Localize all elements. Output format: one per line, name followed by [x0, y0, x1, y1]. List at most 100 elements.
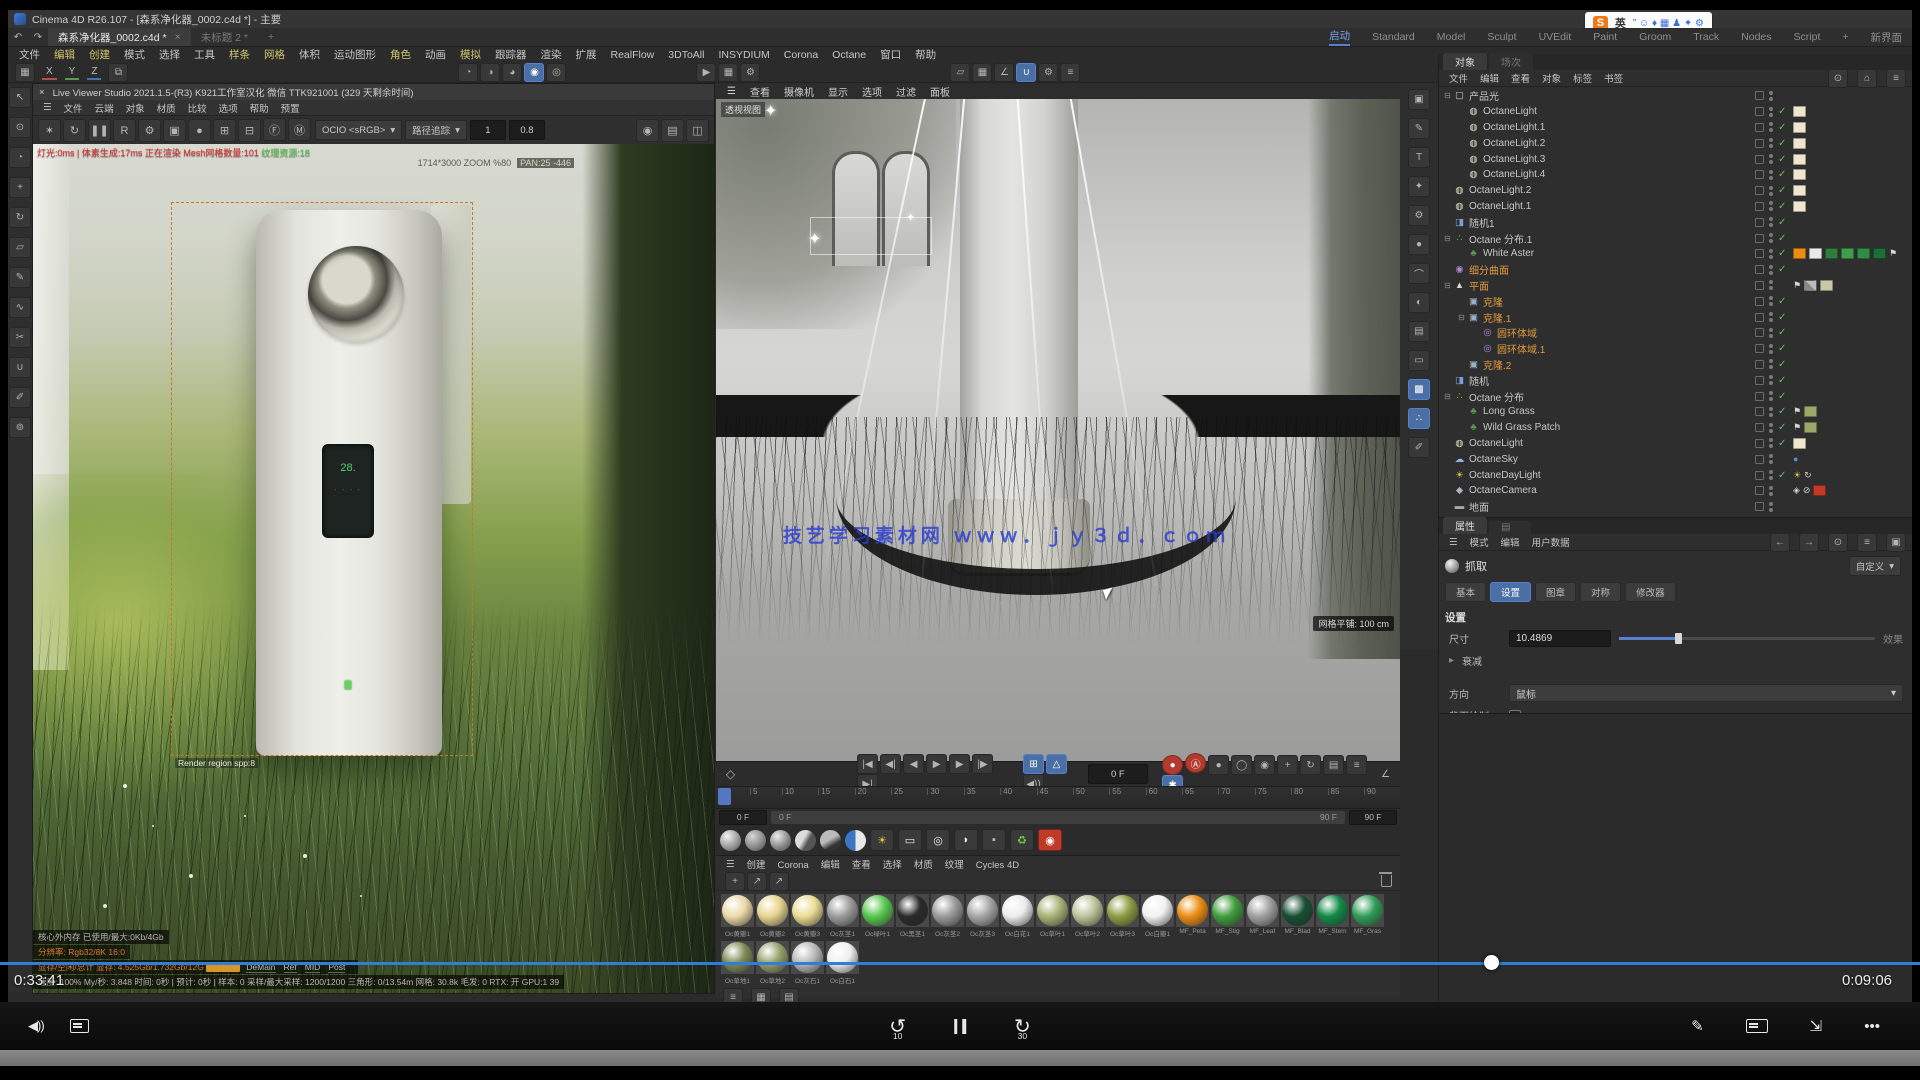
shading-ball-icon[interactable]	[745, 830, 766, 851]
sphere-icon[interactable]: ●	[1408, 234, 1430, 255]
material-tag-chip[interactable]	[1873, 248, 1886, 259]
region-remove-icon[interactable]: ⊟	[238, 119, 261, 142]
enabled-check-icon[interactable]: ✓	[1778, 391, 1790, 402]
object-row[interactable]: ⊟▣克隆.1✓	[1439, 309, 1912, 325]
add-material-icon[interactable]: +	[725, 872, 745, 891]
menu-item-2[interactable]: 查看	[1511, 74, 1530, 85]
compare-icon[interactable]: ◫	[686, 119, 709, 142]
material-swatch[interactable]: MF_Gras	[1351, 894, 1384, 938]
visibility-dots[interactable]	[1769, 486, 1773, 496]
visibility-dots[interactable]	[1769, 344, 1773, 354]
layout-tab-启动[interactable]: 启动	[1329, 28, 1350, 46]
uv-tag-chip[interactable]	[1804, 280, 1817, 291]
enabled-check-icon[interactable]: ✓	[1778, 138, 1790, 149]
material-swatch[interactable]: Oc黑茎1	[896, 894, 929, 938]
menu-item-4[interactable]: 选择	[159, 47, 180, 62]
enabled-check-icon[interactable]: ✓	[1778, 248, 1790, 259]
menu-item-21[interactable]: 窗口	[880, 47, 901, 62]
light-tag-chip[interactable]	[1793, 138, 1806, 149]
layer-toggle[interactable]	[1755, 407, 1764, 416]
object-row[interactable]: ♣Wild Grass Patch✓⚑	[1439, 420, 1912, 436]
material-swatch[interactable]: Oc白花1	[1001, 894, 1034, 938]
menu-item-0[interactable]: 文件	[1449, 74, 1468, 85]
shading-ball-icon[interactable]	[720, 830, 741, 851]
material-tag-chip[interactable]	[1804, 422, 1817, 433]
object-row[interactable]: ⊟∴Octane 分布.1✓	[1439, 230, 1912, 246]
octane-camera-tag-chip[interactable]	[1813, 485, 1826, 496]
visibility-dots[interactable]	[1769, 138, 1773, 148]
rotation-icon[interactable]: ↻	[1300, 755, 1321, 775]
visibility-dots[interactable]	[1769, 312, 1773, 322]
menu-item-3[interactable]: 对象	[1542, 74, 1561, 85]
target-tag-icon[interactable]: ↻	[1804, 471, 1812, 480]
object-row[interactable]: ⊟▢产品光	[1439, 88, 1912, 104]
forward-arrow-icon[interactable]: →	[1799, 533, 1819, 552]
enabled-check-icon[interactable]: ✓	[1778, 327, 1790, 338]
menu-item-3[interactable]: 查看	[852, 860, 871, 871]
material-swatch[interactable]: MF_Stig	[1211, 894, 1244, 938]
text-tool-icon[interactable]: T	[1408, 147, 1430, 168]
layer-toggle[interactable]	[1755, 123, 1764, 132]
visibility-dots[interactable]	[1769, 233, 1773, 243]
camera-lock-icon[interactable]: ◉	[636, 119, 659, 142]
layout-grid-icon[interactable]: ▦	[15, 63, 35, 82]
load-material-icon[interactable]: ↗	[747, 872, 767, 891]
menu-item-5[interactable]: 工具	[194, 47, 215, 62]
visibility-dots[interactable]	[1769, 296, 1773, 306]
direction-dropdown[interactable]: 鼠标▾	[1509, 684, 1903, 702]
light-tag-chip[interactable]	[1793, 201, 1806, 212]
timeline-ruler[interactable]: 51015202530354045505560657075808590	[716, 786, 1400, 809]
search-icon[interactable]: ⊙	[1828, 69, 1848, 88]
material-swatch[interactable]: MF_Blad	[1281, 894, 1314, 938]
enabled-check-icon[interactable]: ✓	[1778, 122, 1790, 133]
settings-gear-icon[interactable]: ⚙	[138, 119, 161, 142]
light-tag-chip[interactable]	[1793, 169, 1806, 180]
light-tag-chip[interactable]	[1793, 122, 1806, 133]
wand-icon[interactable]: ✦	[1408, 176, 1430, 197]
menu-item-0[interactable]: 模式	[1470, 538, 1489, 549]
layout-tab-groom[interactable]: Groom	[1639, 31, 1671, 43]
parameter-icon[interactable]: ▤	[1323, 755, 1344, 775]
menu-item-10[interactable]: 角色	[390, 47, 411, 62]
layout-tab-sculpt[interactable]: Sculpt	[1487, 31, 1516, 43]
keyframe-selection-icon[interactable]: ●	[1208, 755, 1229, 775]
menu-item-1[interactable]: Corona	[778, 860, 809, 871]
layer-toggle[interactable]	[1755, 313, 1764, 322]
opacity-field[interactable]: 0.8	[509, 120, 545, 140]
undo-icon[interactable]: ↶	[9, 29, 27, 46]
perspective-viewport[interactable]: ☰ 查看摄像机显示选项过滤面板 ✦ ✦ ✦ 技艺学习素材网 ｗｗｗ．ｊｙ３ｄ．ｃ…	[716, 83, 1400, 761]
layer-toggle[interactable]	[1755, 392, 1764, 401]
new-tab-button[interactable]: +	[258, 28, 284, 46]
object-row[interactable]: ◎圆环体域✓	[1439, 325, 1912, 341]
visibility-dots[interactable]	[1769, 201, 1773, 211]
menu-item-4[interactable]: 过滤	[896, 88, 916, 99]
more-options-icon[interactable]: •••	[1864, 1018, 1880, 1035]
safe-frame-icon[interactable]: ◎	[926, 829, 950, 851]
collapse-icon[interactable]: ⊟	[1444, 281, 1453, 290]
detail-view-icon[interactable]: ▤	[779, 988, 799, 1002]
enabled-check-icon[interactable]: ✓	[1778, 201, 1790, 212]
hamburger-icon[interactable]: ☰	[727, 86, 736, 97]
material-tag-chip[interactable]	[1804, 406, 1817, 417]
menu-item-18[interactable]: INSYDIUM	[718, 49, 769, 61]
menu-item-1[interactable]: 编辑	[1501, 538, 1520, 549]
visibility-dots[interactable]	[1769, 454, 1773, 464]
menu-item-14[interactable]: 渲染	[541, 47, 562, 62]
visibility-dots[interactable]	[1769, 470, 1773, 480]
range-end-field[interactable]: 90 F	[1349, 810, 1397, 825]
motion-tag-icon[interactable]: ◈	[1793, 486, 1800, 495]
next-key-icon[interactable]: |▶	[972, 754, 993, 774]
phong-tag-icon[interactable]: ⚑	[1889, 249, 1897, 258]
material-swatch[interactable]: Oc灰茎2	[931, 894, 964, 938]
menu-item-11[interactable]: 动画	[425, 47, 446, 62]
pen-tool-icon[interactable]: ✎	[9, 267, 31, 288]
menu-item-4[interactable]: 标签	[1573, 74, 1592, 85]
visibility-dots[interactable]	[1769, 107, 1773, 117]
menu-item-5[interactable]: 选项	[219, 104, 238, 115]
material-swatch[interactable]: Oc绿叶1	[861, 894, 894, 938]
backface-icon[interactable]: ◗	[954, 829, 978, 851]
list-view-icon[interactable]: ≡	[723, 988, 743, 1002]
forward-30-icon[interactable]: ↻30	[1014, 1014, 1031, 1039]
viewport-scene[interactable]: ✦ ✦ ✦ 技艺学习素材网 ｗｗｗ．ｊｙ３ｄ．ｃｏｍ 透视视图 网格平铺: 10…	[716, 99, 1400, 761]
menu-item-5[interactable]: 面板	[930, 88, 950, 99]
